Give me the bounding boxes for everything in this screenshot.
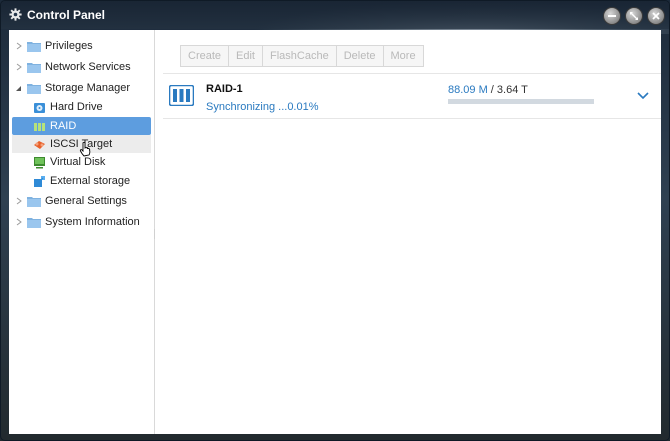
folder-icon [27,41,41,52]
chevron-down-icon[interactable] [637,92,649,100]
control-panel-window: Control Panel Privileges Network Service… [0,0,670,441]
delete-button[interactable]: Delete [335,45,384,67]
expand-arrow-icon [16,197,22,205]
sidebar-item-label: External storage [50,175,131,187]
window-title: Control Panel [27,8,106,22]
gear-icon [9,8,22,21]
raid-status: Synchronizing ...0.01% [206,101,319,113]
maximize-button[interactable] [625,7,643,25]
folder-icon [27,62,41,73]
close-icon [652,12,660,20]
sidebar-item-label: Privileges [45,40,93,52]
expand-arrow-icon [16,218,22,226]
hand-cursor-icon [79,142,91,157]
sidebar-item-label: System Information [45,216,140,228]
minimize-icon [608,15,616,17]
iscsi-target-icon [34,140,45,149]
maximize-icon [630,12,638,20]
sidebar-item-label: General Settings [45,195,127,207]
sidebar-item-label: Network Services [45,61,131,73]
sidebar-item-network-services[interactable]: Network Services [15,58,131,76]
folder-icon [27,217,41,228]
create-button[interactable]: Create [180,45,230,67]
close-button[interactable] [647,7,665,25]
sidebar-item-external-storage[interactable]: External storage [33,172,130,190]
sidebar-item-raid[interactable]: RAID [12,117,151,135]
sidebar-item-label: Storage Manager [45,82,130,94]
raid-icon [34,122,45,131]
raid-array-icon [169,85,194,106]
collapse-arrow-icon [16,86,21,91]
folder-icon [27,196,41,207]
raid-usage: 88.09 M / 3.64 T [448,84,528,96]
hard-drive-icon [34,102,45,113]
external-storage-icon [34,175,45,187]
expand-arrow-icon [16,63,22,71]
sidebar-item-virtual-disk[interactable]: Virtual Disk [33,153,105,171]
usage-bar [448,99,594,104]
main-panel: Create Edit FlashCache Delete More RAID-… [155,30,661,434]
more-button[interactable]: More [382,45,424,67]
sidebar-item-label: RAID [50,120,77,132]
minimize-button[interactable] [603,7,621,25]
raid-list-item[interactable]: RAID-1 Synchronizing ...0.01% 88.09 M / … [163,74,661,119]
folder-icon [27,83,41,94]
sidebar-item-storage-manager[interactable]: Storage Manager [15,79,130,97]
sidebar-item-system-information[interactable]: System Information [15,213,140,231]
expand-arrow-icon [16,42,22,50]
sidebar-item-label: Hard Drive [50,101,103,113]
raid-used: 88.09 M [448,84,488,96]
sidebar-tree: Privileges Network Services Storage Mana… [9,30,155,434]
toolbar: Create Edit FlashCache Delete More [180,45,424,67]
sidebar-item-privileges[interactable]: Privileges [15,37,93,55]
raid-total: / 3.64 T [487,84,528,96]
raid-name: RAID-1 [206,83,243,95]
edit-button[interactable]: Edit [228,45,263,67]
sidebar-item-hard-drive[interactable]: Hard Drive [33,98,103,116]
flashcache-button[interactable]: FlashCache [262,45,337,67]
virtual-disk-icon [34,156,45,168]
title-bar[interactable]: Control Panel [1,1,669,29]
sidebar-item-label: Virtual Disk [50,156,106,168]
sidebar-item-general-settings[interactable]: General Settings [15,192,127,210]
